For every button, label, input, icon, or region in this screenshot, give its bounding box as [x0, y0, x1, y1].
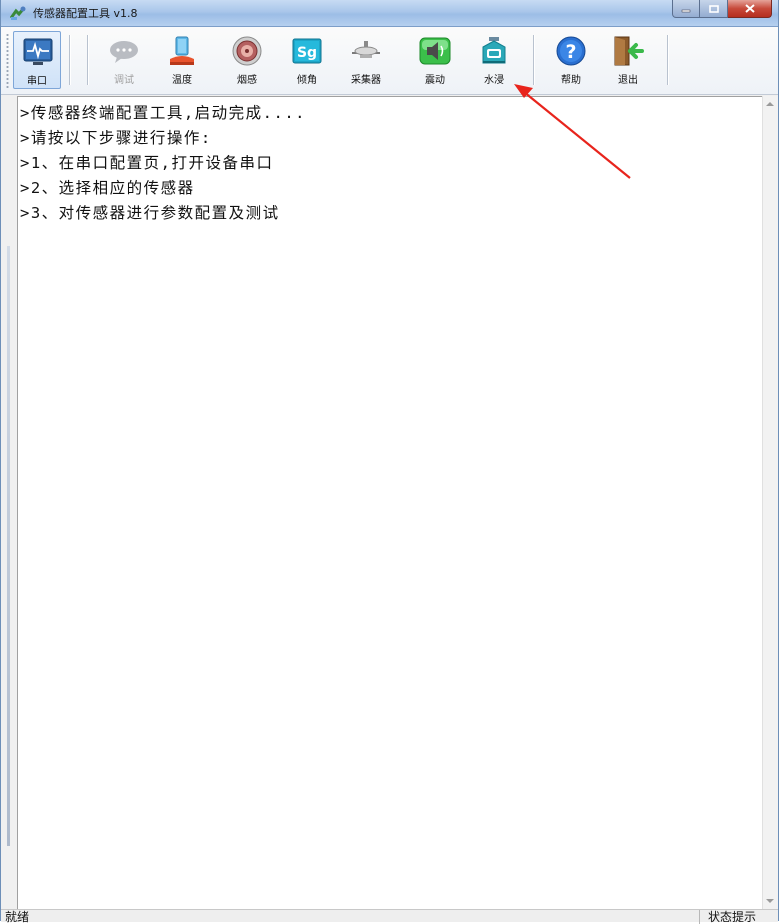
- water-sensor-icon: [482, 37, 506, 64]
- minimize-button[interactable]: [672, 0, 700, 18]
- toolbar-label-exit: 退出: [618, 75, 638, 86]
- temperature-sensor-icon: [170, 36, 194, 65]
- smoke-detector-icon: [232, 36, 262, 66]
- svg-text:Sg: Sg: [297, 45, 317, 61]
- toolbar-label-water: 水浸: [484, 75, 504, 86]
- log-line: >1、在串口配置页,打开设备串口: [20, 154, 274, 172]
- tilt-sg-icon: Sg: [292, 38, 322, 64]
- maximize-icon: [708, 4, 719, 13]
- speaker-vibration-icon: [419, 37, 451, 65]
- toolbar-label-serial: 串口: [27, 76, 47, 87]
- log-line: >3、对传感器进行参数配置及测试: [20, 204, 280, 222]
- close-icon: [744, 4, 755, 13]
- toolbar-button-collector[interactable]: 采集器: [342, 31, 390, 89]
- toolbar-separator: [69, 35, 71, 85]
- status-ready: 就绪: [5, 910, 30, 924]
- toolbar-label-debug: 调试: [114, 75, 134, 86]
- scroll-up-icon[interactable]: [766, 102, 774, 106]
- toolbar-separator: [533, 35, 535, 85]
- title-bar[interactable]: 传感器配置工具 v1.8: [1, 0, 778, 27]
- status-hint: 状态提示: [698, 910, 756, 924]
- caption-buttons: [672, 0, 772, 19]
- minimize-icon: [681, 9, 691, 12]
- toolbar-button-vibration[interactable]: 震动: [411, 31, 459, 89]
- left-panel-edge: [1, 96, 17, 909]
- toolbar-button-smoke[interactable]: 烟感: [223, 31, 271, 89]
- left-panel-accent: [7, 246, 10, 846]
- collector-icon: [352, 41, 380, 58]
- vertical-scrollbar[interactable]: [762, 96, 778, 909]
- app-window: 传感器配置工具 v1.8 串口 调试 温度 烟感 Sg 倾角 采集器 震动 水浸…: [0, 0, 779, 924]
- toolbar-separator: [667, 35, 669, 85]
- maximize-button[interactable]: [700, 0, 728, 18]
- svg-text:?: ?: [565, 41, 576, 63]
- toolbar-button-help[interactable]: ? 帮助: [547, 31, 595, 89]
- toolbar-label-help: 帮助: [561, 75, 581, 86]
- log-line: >请按以下步骤进行操作:: [20, 129, 212, 147]
- toolbar-button-water[interactable]: 水浸: [470, 31, 518, 89]
- log-line: >2、选择相应的传感器: [20, 179, 195, 197]
- toolbar-button-debug[interactable]: 调试: [100, 31, 148, 89]
- toolbar-label-vibration: 震动: [425, 75, 445, 86]
- toolbar-button-exit[interactable]: 退出: [604, 31, 652, 89]
- status-bar: 就绪 状态提示: [1, 909, 778, 924]
- toolbar-grip[interactable]: [6, 33, 9, 89]
- window-title: 传感器配置工具 v1.8: [33, 7, 138, 20]
- toolbar: 串口 调试 温度 烟感 Sg 倾角 采集器 震动 水浸 ? 帮助 退出: [1, 27, 778, 95]
- app-logo-icon: [10, 6, 26, 20]
- toolbar-button-serial[interactable]: 串口: [13, 31, 61, 89]
- toolbar-label-tilt: 倾角: [297, 75, 317, 86]
- scroll-down-icon[interactable]: [766, 899, 774, 903]
- exit-door-icon: [614, 36, 644, 66]
- log-line: >传感器终端配置工具,启动完成....: [20, 104, 306, 122]
- toolbar-label-temperature: 温度: [172, 75, 192, 86]
- serial-port-icon: [23, 38, 53, 65]
- chat-bubble-icon: [110, 41, 138, 63]
- help-question-icon: ?: [556, 36, 586, 66]
- toolbar-label-smoke: 烟感: [237, 75, 257, 86]
- close-button[interactable]: [728, 0, 772, 18]
- toolbar-separator: [87, 35, 89, 85]
- toolbar-button-tilt[interactable]: Sg 倾角: [283, 31, 331, 89]
- log-output[interactable]: >传感器终端配置工具,启动完成.... >请按以下步骤进行操作: >1、在串口配…: [17, 96, 762, 909]
- toolbar-label-collector: 采集器: [351, 75, 381, 86]
- toolbar-button-temperature[interactable]: 温度: [158, 31, 206, 89]
